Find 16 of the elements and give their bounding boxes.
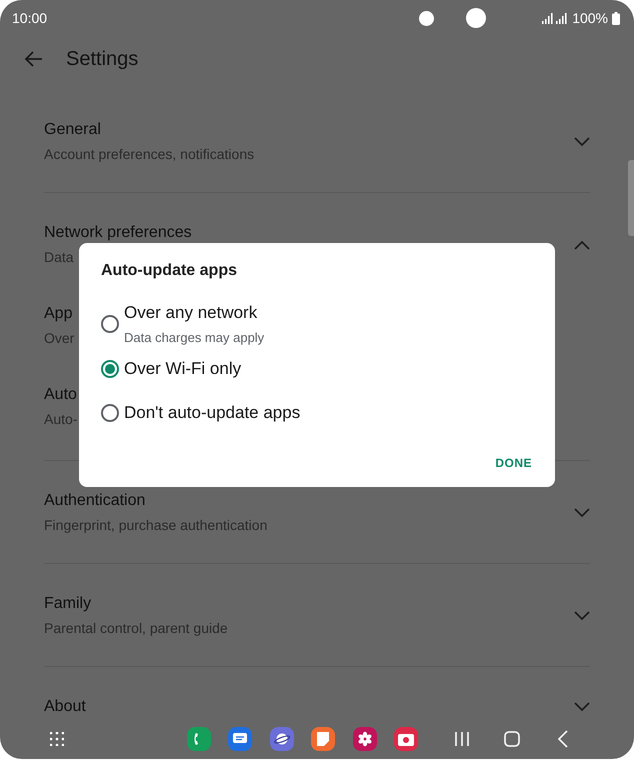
section-subtitle: Data <box>44 248 75 267</box>
setting-subtitle: Over <box>44 329 74 348</box>
section-title: Authentication <box>44 491 146 511</box>
dialog-title: Auto-update apps <box>101 261 238 281</box>
status-time: 10:00 <box>12 10 48 26</box>
section-title: About <box>44 697 86 717</box>
section-subtitle: Parental control, parent guide <box>44 619 228 638</box>
section-title: Network preferences <box>44 223 192 243</box>
section-title: Family <box>44 594 92 614</box>
section-subtitle: Account preferences, notifications <box>44 145 254 164</box>
option-description: Data charges may apply <box>124 329 264 347</box>
battery-percentage: 100% <box>572 10 608 26</box>
section-title: General <box>44 120 102 140</box>
page-title: Settings <box>66 48 138 70</box>
section-subtitle: Fingerprint, purchase authentication <box>44 516 268 535</box>
setting-subtitle: Auto- <box>44 410 78 429</box>
